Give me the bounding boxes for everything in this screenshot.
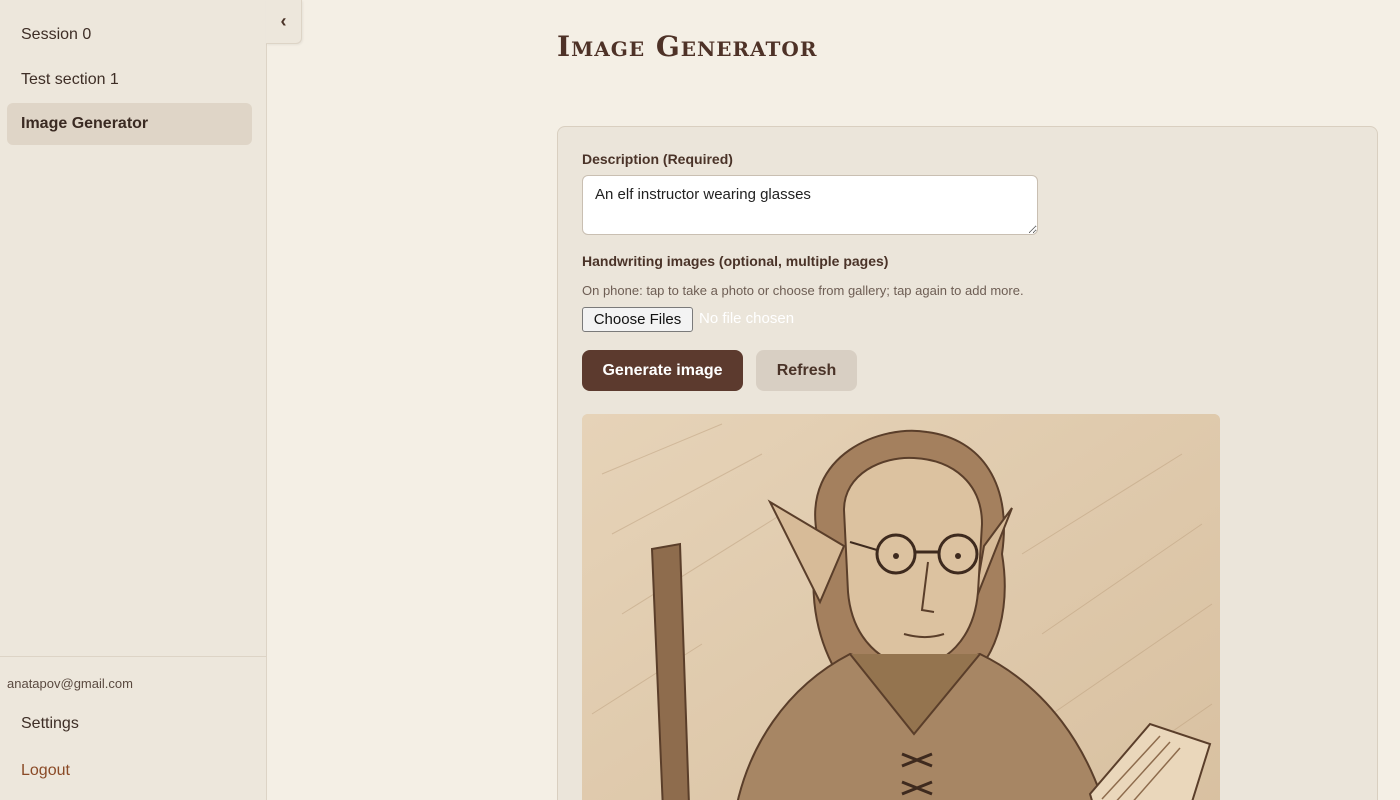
generated-image: [582, 414, 1220, 800]
choose-files-button[interactable]: Choose Files: [582, 307, 693, 332]
description-input[interactable]: [582, 175, 1038, 235]
sidebar-item-label: Session 0: [21, 26, 92, 43]
upload-hint: On phone: tap to take a photo or choose …: [582, 283, 1024, 298]
generate-image-button[interactable]: Generate image: [582, 350, 743, 391]
sidebar: Session 0 Test section 1 Image Generator…: [0, 0, 267, 800]
settings-link[interactable]: Settings: [7, 703, 252, 745]
sidebar-item-session-0[interactable]: Session 0: [7, 14, 252, 56]
logout-link[interactable]: Logout: [7, 750, 252, 792]
page-title: Image Generator: [557, 30, 818, 63]
sidebar-collapse-button[interactable]: ‹: [266, 0, 302, 44]
sidebar-item-label: Image Generator: [21, 115, 149, 132]
file-status: No file chosen: [699, 310, 795, 327]
sidebar-divider: [0, 656, 266, 657]
sidebar-item-test-section-1[interactable]: Test section 1: [7, 59, 252, 101]
description-label: Description (Required): [582, 151, 733, 167]
sidebar-item-image-generator[interactable]: Image Generator: [7, 103, 252, 145]
settings-label: Settings: [21, 715, 79, 732]
generator-card: Description (Required) Handwriting image…: [557, 126, 1378, 800]
chevron-left-icon: ‹: [280, 11, 287, 31]
refresh-button[interactable]: Refresh: [756, 350, 857, 391]
elf-illustration: [582, 414, 1220, 800]
handwriting-label: Handwriting images (optional, multiple p…: [582, 253, 889, 269]
user-email: anatapov@gmail.com: [7, 676, 133, 691]
logout-label: Logout: [21, 762, 70, 779]
sidebar-item-label: Test section 1: [21, 71, 119, 88]
